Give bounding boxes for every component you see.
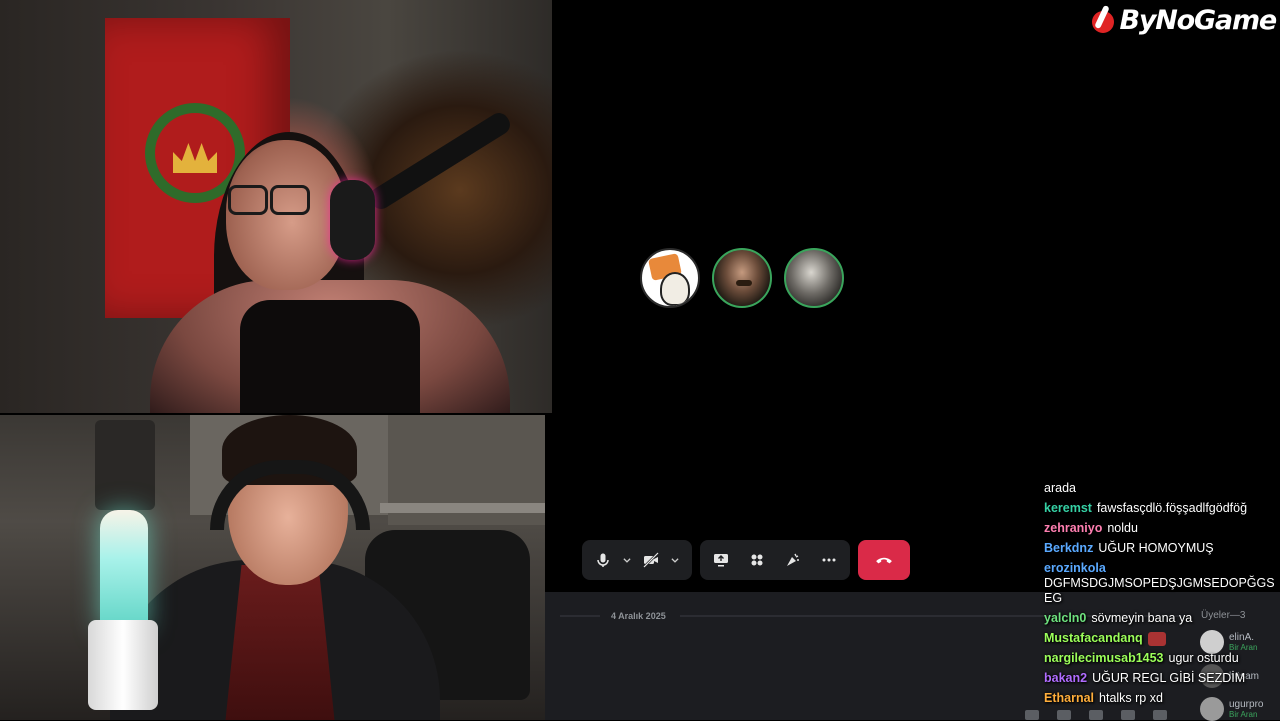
chat-text: arada bbox=[1044, 481, 1076, 495]
brand-logo: ByNoGame bbox=[1089, 2, 1277, 38]
streamer-face bbox=[226, 140, 346, 290]
chat-username[interactable]: Berkdnz bbox=[1044, 541, 1093, 555]
date-divider: 4 Aralık 2025 bbox=[611, 611, 666, 621]
call-controls bbox=[582, 540, 910, 580]
chat-text: fawsfasçdlö.föşşadlfgödföğ bbox=[1096, 501, 1248, 515]
chat-text: noldu bbox=[1107, 521, 1138, 535]
logo-text: ByNoGame bbox=[1119, 4, 1277, 36]
toolbar-icon[interactable] bbox=[1153, 710, 1167, 720]
chat-text: ugur osturdu bbox=[1168, 651, 1239, 665]
bottom-toolbar bbox=[1025, 710, 1167, 720]
chat-username[interactable]: zehraniyo bbox=[1044, 521, 1102, 535]
chat-text: sövmeyin bana ya bbox=[1091, 611, 1193, 625]
headset bbox=[330, 180, 375, 260]
member-status: Bir Aran bbox=[1229, 710, 1258, 719]
soundboard-icon[interactable] bbox=[780, 545, 806, 575]
glasses bbox=[228, 185, 310, 215]
chat-username[interactable]: Etharnal bbox=[1044, 691, 1094, 705]
logo-mark-icon bbox=[1089, 5, 1115, 35]
toolbar-icon[interactable] bbox=[1057, 710, 1071, 720]
chat-message: zehraniyo noldu bbox=[1040, 518, 1280, 538]
chat-message: keremst fawsfasçdlö.föşşadlfgödföğ bbox=[1040, 498, 1280, 518]
emote-icon bbox=[1147, 631, 1166, 646]
microphone-icon[interactable] bbox=[590, 545, 616, 575]
participant-avatar[interactable] bbox=[784, 248, 844, 308]
stream-chat: arada keremst fawsfasçdlö.föşşadlfgödföğ … bbox=[1040, 478, 1280, 708]
chat-message: Mustafacandanq bbox=[1040, 628, 1280, 648]
chat-text: UĞUR REGL GİBİ SEZDİM bbox=[1092, 671, 1246, 685]
audio-video-controls bbox=[582, 540, 692, 580]
chevron-down-icon[interactable] bbox=[618, 545, 636, 575]
chevron-down-icon[interactable] bbox=[666, 545, 684, 575]
speaker bbox=[95, 420, 155, 510]
kitchen-shelf bbox=[380, 503, 545, 513]
chat-text: htalks rp xd bbox=[1099, 691, 1163, 705]
chat-message: bakan2 UĞUR REGL GİBİ SEZDİM bbox=[1040, 668, 1280, 688]
activities-icon[interactable] bbox=[744, 545, 770, 575]
chat-username[interactable]: bakan2 bbox=[1044, 671, 1087, 685]
toolbar-icon[interactable] bbox=[1025, 710, 1039, 720]
chat-message: erozinkola DGFMSDGJMSOPEDŞJGMSEDOPĞGSEG bbox=[1040, 558, 1280, 608]
mic-arm bbox=[366, 109, 514, 213]
participant-avatar[interactable] bbox=[640, 248, 700, 308]
camera-off-icon[interactable] bbox=[638, 545, 664, 575]
webcam-guest-bottom bbox=[0, 415, 545, 720]
chat-message: Berkdnz UĞUR HOMOYMUŞ bbox=[1040, 538, 1280, 558]
chat-message: nargilecimusab1453 ugur osturdu bbox=[1040, 648, 1280, 668]
chat-username[interactable]: nargilecimusab1453 bbox=[1044, 651, 1164, 665]
activity-controls bbox=[700, 540, 850, 580]
participant-avatar[interactable] bbox=[712, 248, 772, 308]
toolbar-icon[interactable] bbox=[1121, 710, 1135, 720]
more-icon[interactable] bbox=[816, 545, 842, 575]
webcam-streamer-top bbox=[0, 0, 552, 413]
chat-message: yalcln0 sövmeyin bana ya bbox=[1040, 608, 1280, 628]
rgb-microphone bbox=[100, 510, 148, 630]
toolbar-icon[interactable] bbox=[1089, 710, 1103, 720]
guest-shirt bbox=[225, 565, 335, 720]
call-participants bbox=[640, 248, 844, 308]
chat-message: arada bbox=[1040, 478, 1280, 498]
chat-text: DGFMSDGJMSOPEDŞJGMSEDOPĞGSEG bbox=[1044, 576, 1275, 605]
chat-username[interactable]: erozinkola bbox=[1044, 561, 1106, 575]
screen-share-icon[interactable] bbox=[708, 545, 734, 575]
chat-username[interactable]: keremst bbox=[1044, 501, 1092, 515]
chat-username[interactable]: Mustafacandanq bbox=[1044, 631, 1143, 645]
chat-username[interactable]: yalcln0 bbox=[1044, 611, 1086, 625]
streamer-top bbox=[240, 300, 420, 413]
chat-message: Etharnal htalks rp xd bbox=[1040, 688, 1280, 708]
microphone-shock-mount bbox=[88, 620, 158, 710]
hangup-button[interactable] bbox=[858, 540, 910, 580]
phone-hangup-icon bbox=[876, 557, 892, 564]
chat-text: UĞUR HOMOYMUŞ bbox=[1098, 541, 1214, 555]
